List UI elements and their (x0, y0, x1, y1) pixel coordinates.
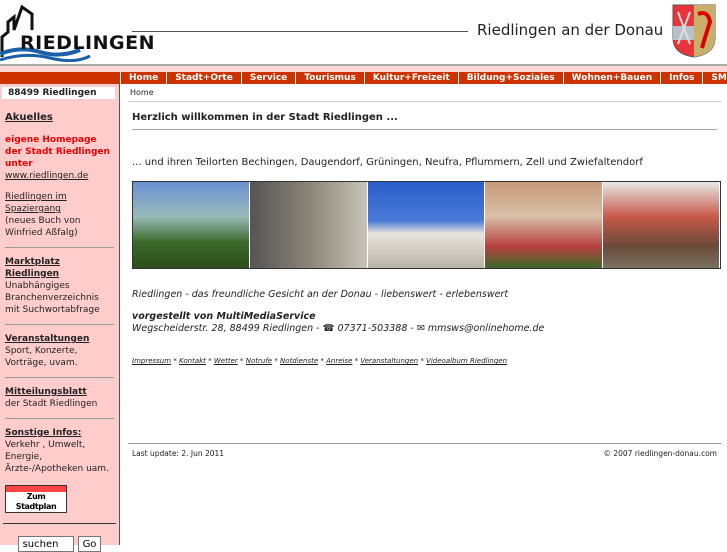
nav-kultur-freizeit[interactable]: Kultur+Freizeit (363, 72, 458, 84)
breadcrumb[interactable]: Home (128, 84, 721, 102)
nav-home[interactable]: Home (120, 72, 166, 84)
address: Wegscheiderstr. 28, 88499 Riedlingen - ☎… (132, 323, 428, 334)
nav-bildung-soziales[interactable]: Bildung+Soziales (457, 72, 563, 84)
veranstaltungen-desc: Sport, Konzerte, Vorträge, uvam. (5, 346, 78, 368)
link-kontakt[interactable]: Kontakt (179, 357, 206, 365)
header-band (0, 64, 727, 72)
search-form: Go (3, 523, 116, 552)
link-videoalbum[interactable]: Videoalbum Riedlingen (426, 357, 507, 365)
coat-of-arms-icon (672, 4, 716, 58)
link-notrufe[interactable]: Notrufe (246, 357, 272, 365)
main-content: Home Herzlich willkommen in der Stadt Ri… (128, 84, 721, 365)
link-notdienste[interactable]: Notdienste (280, 357, 318, 365)
mitteilungsblatt-link[interactable]: Mitteilungsblatt (5, 386, 114, 398)
riedlingen-logo[interactable]: RIEDLINGEN (0, 2, 155, 63)
email-link[interactable]: mmsws@onlinehome.de (428, 323, 544, 334)
divider (5, 377, 114, 378)
stadtplan-button[interactable]: Zum Stadtplan (5, 485, 67, 513)
go-button[interactable]: Go (77, 536, 102, 552)
contact-block: vorgestellt von MultiMediaService Wegsch… (132, 311, 717, 335)
sidebar: 88499 Riedlingen Akuelles eigene Homepag… (0, 84, 120, 552)
site-title: Riedlingen an der Donau (477, 21, 664, 39)
nav-service[interactable]: Service (240, 72, 295, 84)
aktuelles-heading[interactable]: Akuelles (5, 112, 114, 124)
link-veranstaltungen[interactable]: Veranstaltungen (360, 357, 418, 365)
divider (132, 31, 468, 32)
homepage-note: eigene Homepage der Stadt Riedlingen unt… (5, 135, 110, 169)
divider (5, 418, 114, 419)
copyright: © 2007 riedlingen-donau.com (603, 449, 717, 458)
last-update: Last update: 2. Jun 2011 (132, 449, 225, 458)
marktplatz-link[interactable]: Marktplatz Riedlingen (5, 256, 114, 280)
divider (5, 324, 114, 325)
sonstige-infos-link[interactable]: Sonstige Infos: (5, 427, 114, 439)
photo-timber-houses (485, 182, 603, 268)
sonstige-desc: Verkehr , Umwelt, Energie, Ärzte-/Apothe… (5, 440, 109, 474)
veranstaltungen-link[interactable]: Veranstaltungen (5, 333, 114, 345)
marktplatz-desc: Unabhängiges Branchenverzeichnis mit Suc… (5, 281, 100, 315)
presented-by: vorgestellt von MultiMediaService (132, 311, 316, 322)
nav-wohnen-bauen[interactable]: Wohnen+Bauen (562, 72, 661, 84)
nav-tourismus[interactable]: Tourismus (295, 72, 364, 84)
photo-statue (250, 182, 368, 268)
logo-text: RIEDLINGEN (20, 32, 156, 54)
homepage-link[interactable]: www.riedlingen.de (5, 171, 88, 181)
photo-parade (602, 182, 721, 268)
main-nav: Home Stadt+Orte Service Tourismus Kultur… (0, 72, 727, 84)
zip-label: 88499 Riedlingen (2, 87, 115, 99)
header: RIEDLINGEN Riedlingen an der Donau (0, 0, 727, 64)
teilorte-text: ... und ihren Teilorten Bechingen, Dauge… (132, 157, 643, 168)
mitteilungsblatt-desc: der Stadt Riedlingen (5, 399, 98, 409)
footer: Last update: 2. Jun 2011 © 2007 riedling… (128, 443, 721, 463)
nav-stadt-orte[interactable]: Stadt+Orte (166, 72, 241, 84)
nav-sm[interactable]: SM (702, 72, 727, 84)
link-impressum[interactable]: Impressum (132, 357, 171, 365)
photo-tower (367, 182, 486, 268)
stadtplan-label: Zum Stadtplan (6, 492, 66, 512)
slogan: Riedlingen - das freundliche Gesicht an … (132, 289, 509, 300)
photo-church (133, 182, 251, 268)
nav-infos[interactable]: Infos (660, 72, 702, 84)
divider (5, 247, 114, 248)
page-title: Herzlich willkommen in der Stadt Riedlin… (132, 112, 717, 130)
spaziergang-note: (neues Buch von Winfried Aßfalg) (5, 216, 81, 238)
link-anreise[interactable]: Anreise (326, 357, 352, 365)
link-wetter[interactable]: Wetter (214, 357, 238, 365)
footer-links: Impressum * Kontakt * Wetter * Notrufe *… (132, 357, 508, 365)
search-input[interactable] (17, 536, 74, 552)
photo-strip (132, 181, 721, 269)
spaziergang-link[interactable]: Riedlingen im Spaziergang (5, 192, 67, 214)
